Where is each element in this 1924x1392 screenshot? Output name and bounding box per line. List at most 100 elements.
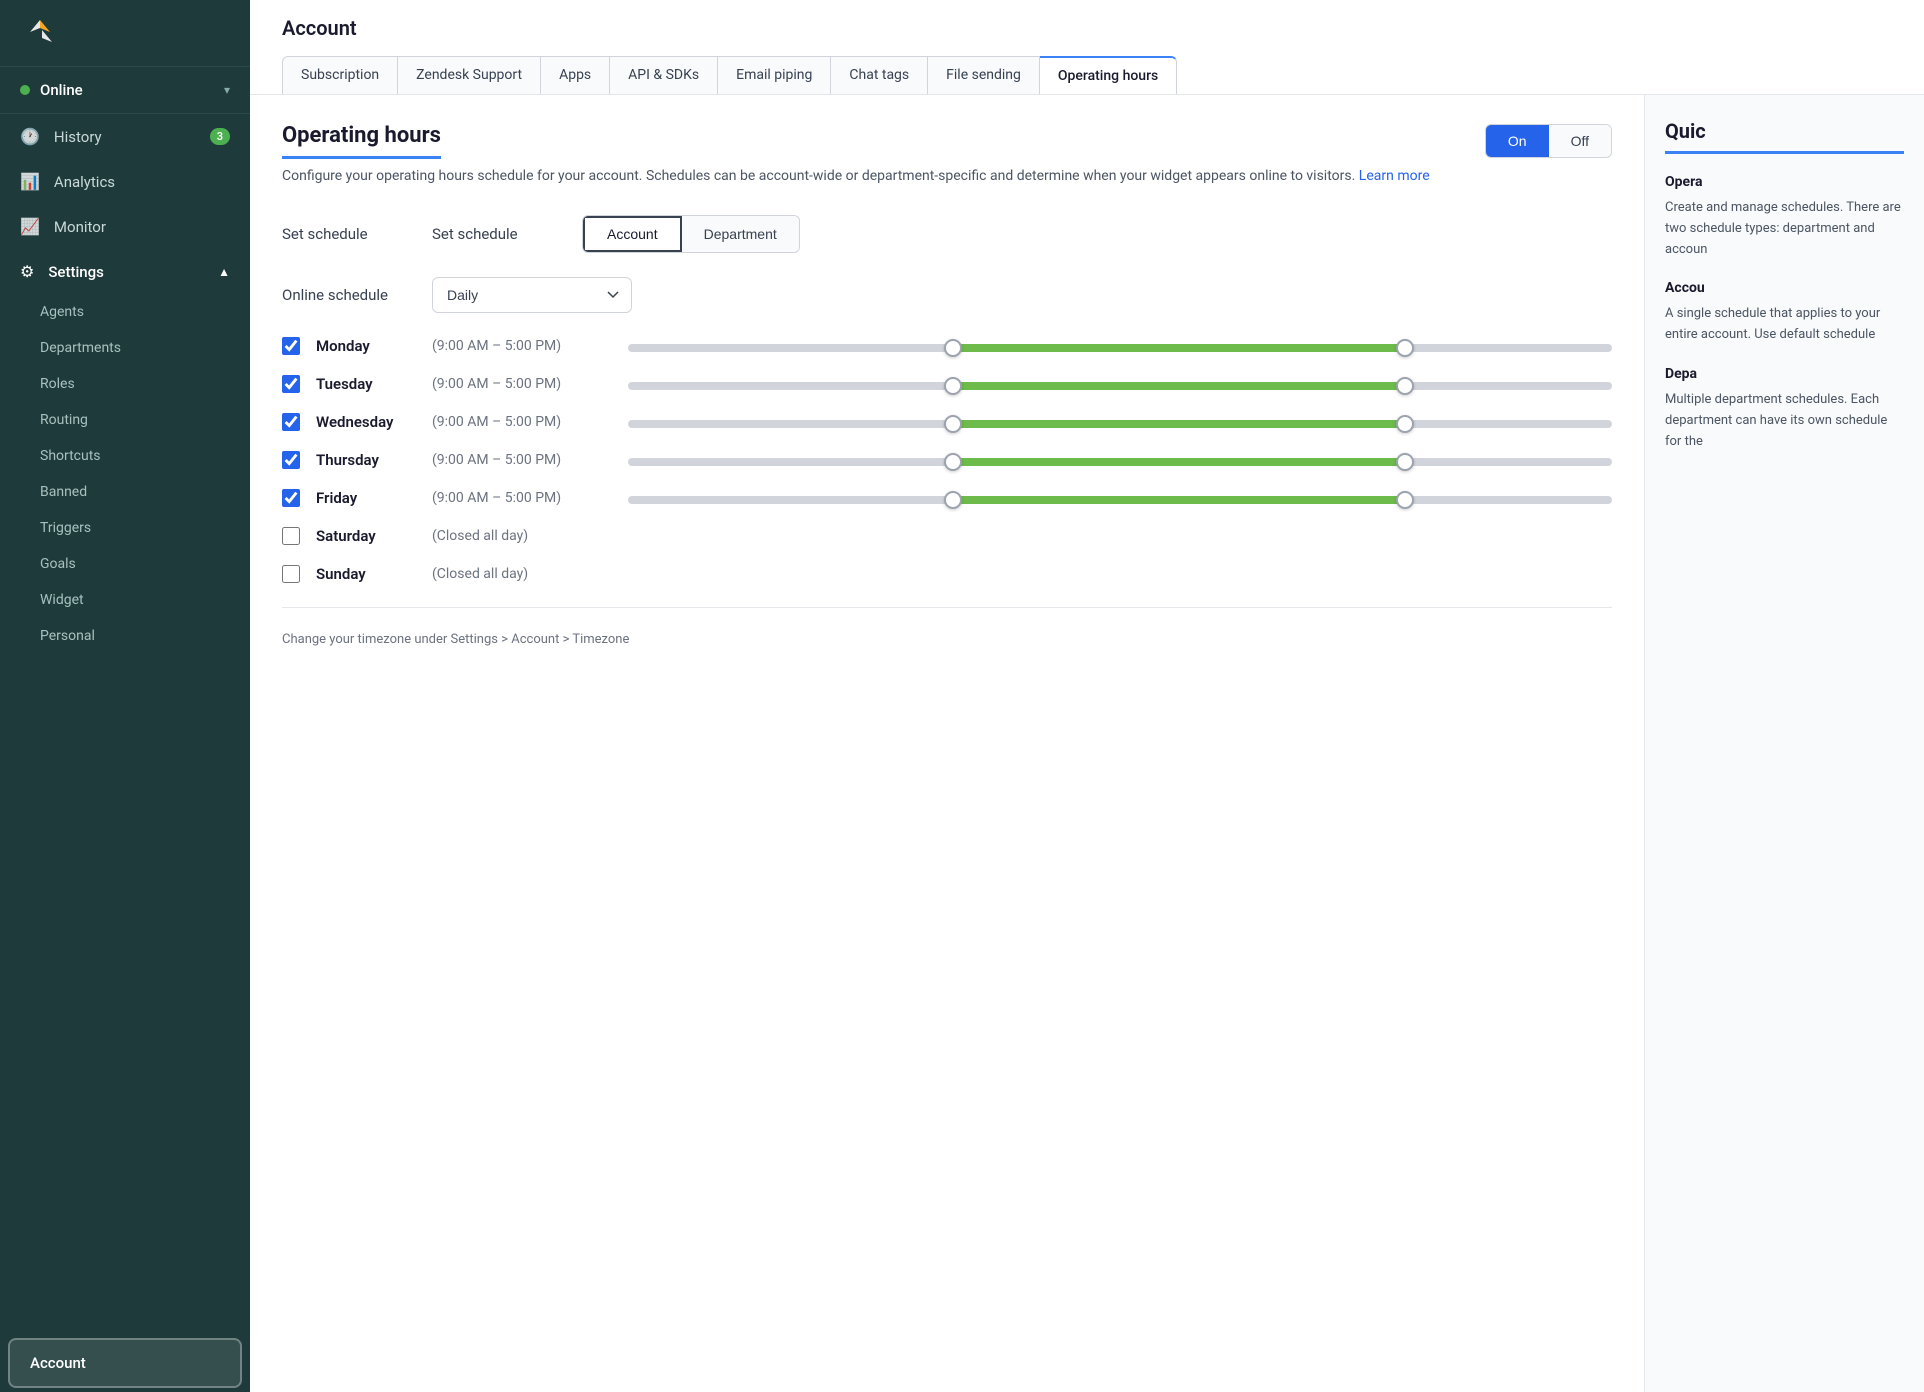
tab-apps[interactable]: Apps	[541, 56, 610, 94]
page-title: Account	[282, 16, 1892, 40]
status-label: Online	[40, 81, 83, 99]
sidebar-item-banned[interactable]: Banned	[0, 474, 250, 510]
day-row-tuesday: Tuesday (9:00 AM – 5:00 PM)	[282, 375, 1612, 393]
monday-slider-start[interactable]	[944, 339, 962, 357]
monday-checkbox[interactable]	[282, 337, 300, 355]
account-department-toggle: Account Department	[582, 215, 800, 253]
friday-slider-start[interactable]	[944, 491, 962, 509]
quick-section-account: Accou A single schedule that applies to …	[1665, 280, 1904, 346]
tuesday-slider-start[interactable]	[944, 377, 962, 395]
sunday-checkbox[interactable]	[282, 565, 300, 583]
tab-subscription[interactable]: Subscription	[282, 56, 398, 94]
account-schedule-btn[interactable]: Account	[583, 216, 682, 252]
history-badge: 3	[210, 128, 230, 145]
saturday-checkbox[interactable]	[282, 527, 300, 545]
sidebar-logo	[0, 0, 250, 67]
learn-more-link[interactable]: Learn more	[1359, 168, 1430, 184]
tuesday-label: Tuesday	[316, 375, 416, 393]
thursday-slider[interactable]	[628, 454, 1612, 466]
section-divider	[282, 607, 1612, 608]
sunday-label: Sunday	[316, 565, 416, 583]
personal-label: Personal	[40, 628, 95, 644]
daily-select[interactable]: Daily	[432, 277, 632, 313]
tuesday-time: (9:00 AM – 5:00 PM)	[432, 376, 612, 392]
goals-label: Goals	[40, 556, 76, 572]
tab-file-sending[interactable]: File sending	[928, 56, 1040, 94]
chevron-down-icon: ▾	[224, 83, 230, 97]
quick-guide-panel: Quic Opera Create and manage schedules. …	[1644, 95, 1924, 1392]
friday-slider-end[interactable]	[1396, 491, 1414, 509]
sidebar-item-departments[interactable]: Departments	[0, 330, 250, 366]
departments-label: Departments	[40, 340, 121, 356]
history-label: History	[54, 128, 102, 146]
content-wrapper: Operating hours On Off Configure your op…	[250, 95, 1924, 1392]
sidebar: Online ▾ 🕐 History 3 📊 Analytics 📈 Monit…	[0, 0, 250, 1392]
set-schedule-sublabel: Set schedule	[432, 225, 562, 243]
monday-label: Monday	[316, 337, 416, 355]
online-schedule-label: Online schedule	[282, 286, 412, 304]
wednesday-slider[interactable]	[628, 416, 1612, 428]
toggle-off-button[interactable]: Off	[1549, 125, 1611, 157]
quick-section-department: Depa Multiple department schedules. Each…	[1665, 366, 1904, 452]
shortcuts-label: Shortcuts	[40, 448, 101, 464]
friday-checkbox[interactable]	[282, 489, 300, 507]
wednesday-slider-start[interactable]	[944, 415, 962, 433]
thursday-label: Thursday	[316, 451, 416, 469]
thursday-slider-start[interactable]	[944, 453, 962, 471]
settings-icon: ⚙	[20, 262, 34, 281]
thursday-slider-end[interactable]	[1396, 453, 1414, 471]
account-label: Account	[30, 1354, 86, 1372]
roles-label: Roles	[40, 376, 75, 392]
tab-operating-hours[interactable]: Operating hours	[1040, 56, 1177, 94]
sidebar-item-goals[interactable]: Goals	[0, 546, 250, 582]
sidebar-item-personal[interactable]: Personal	[0, 618, 250, 654]
status-selector[interactable]: Online ▾	[0, 67, 250, 114]
sidebar-item-history[interactable]: 🕐 History 3	[0, 114, 250, 159]
saturday-closed: (Closed all day)	[432, 528, 528, 544]
wednesday-slider-end[interactable]	[1396, 415, 1414, 433]
friday-time: (9:00 AM – 5:00 PM)	[432, 490, 612, 506]
wednesday-label: Wednesday	[316, 413, 416, 431]
quick-section-operating: Opera Create and manage schedules. There…	[1665, 174, 1904, 260]
sidebar-item-analytics[interactable]: 📊 Analytics	[0, 159, 250, 204]
sidebar-item-shortcuts[interactable]: Shortcuts	[0, 438, 250, 474]
department-schedule-btn[interactable]: Department	[682, 216, 799, 252]
day-row-friday: Friday (9:00 AM – 5:00 PM)	[282, 489, 1612, 507]
tab-api-sdks[interactable]: API & SDKs	[610, 56, 718, 94]
sidebar-item-roles[interactable]: Roles	[0, 366, 250, 402]
day-row-saturday: Saturday (Closed all day)	[282, 527, 1612, 545]
tab-chat-tags[interactable]: Chat tags	[831, 56, 928, 94]
sidebar-item-routing[interactable]: Routing	[0, 402, 250, 438]
settings-section-header[interactable]: ⚙ Settings ▲	[0, 249, 250, 294]
toggle-on-button[interactable]: On	[1486, 125, 1549, 157]
banned-label: Banned	[40, 484, 87, 500]
tuesday-slider-end[interactable]	[1396, 377, 1414, 395]
day-row-thursday: Thursday (9:00 AM – 5:00 PM)	[282, 451, 1612, 469]
widget-label: Widget	[40, 592, 84, 608]
sidebar-item-widget[interactable]: Widget	[0, 582, 250, 618]
agents-label: Agents	[40, 304, 84, 320]
friday-slider[interactable]	[628, 492, 1612, 504]
tuesday-slider[interactable]	[628, 378, 1612, 390]
saturday-label: Saturday	[316, 527, 416, 545]
sidebar-item-monitor[interactable]: 📈 Monitor	[0, 204, 250, 249]
sunday-closed: (Closed all day)	[432, 566, 528, 582]
day-row-wednesday: Wednesday (9:00 AM – 5:00 PM)	[282, 413, 1612, 431]
thursday-checkbox[interactable]	[282, 451, 300, 469]
tab-email-piping[interactable]: Email piping	[718, 56, 831, 94]
sidebar-item-account[interactable]: Account	[8, 1338, 242, 1388]
thursday-time: (9:00 AM – 5:00 PM)	[432, 452, 612, 468]
sidebar-item-agents[interactable]: Agents	[0, 294, 250, 330]
quick-department-title: Depa	[1665, 366, 1904, 382]
settings-collapse-icon: ▲	[218, 265, 230, 279]
sidebar-item-triggers[interactable]: Triggers	[0, 510, 250, 546]
wednesday-checkbox[interactable]	[282, 413, 300, 431]
set-schedule-label: Set schedule	[282, 225, 412, 243]
set-schedule-row: Set schedule Set schedule Account Depart…	[282, 215, 1612, 253]
monday-slider-end[interactable]	[1396, 339, 1414, 357]
monday-slider[interactable]	[628, 340, 1612, 352]
main-content: Account Subscription Zendesk Support App…	[250, 0, 1924, 1392]
tuesday-checkbox[interactable]	[282, 375, 300, 393]
tab-zendesk-support[interactable]: Zendesk Support	[398, 56, 541, 94]
day-row-sunday: Sunday (Closed all day)	[282, 565, 1612, 583]
